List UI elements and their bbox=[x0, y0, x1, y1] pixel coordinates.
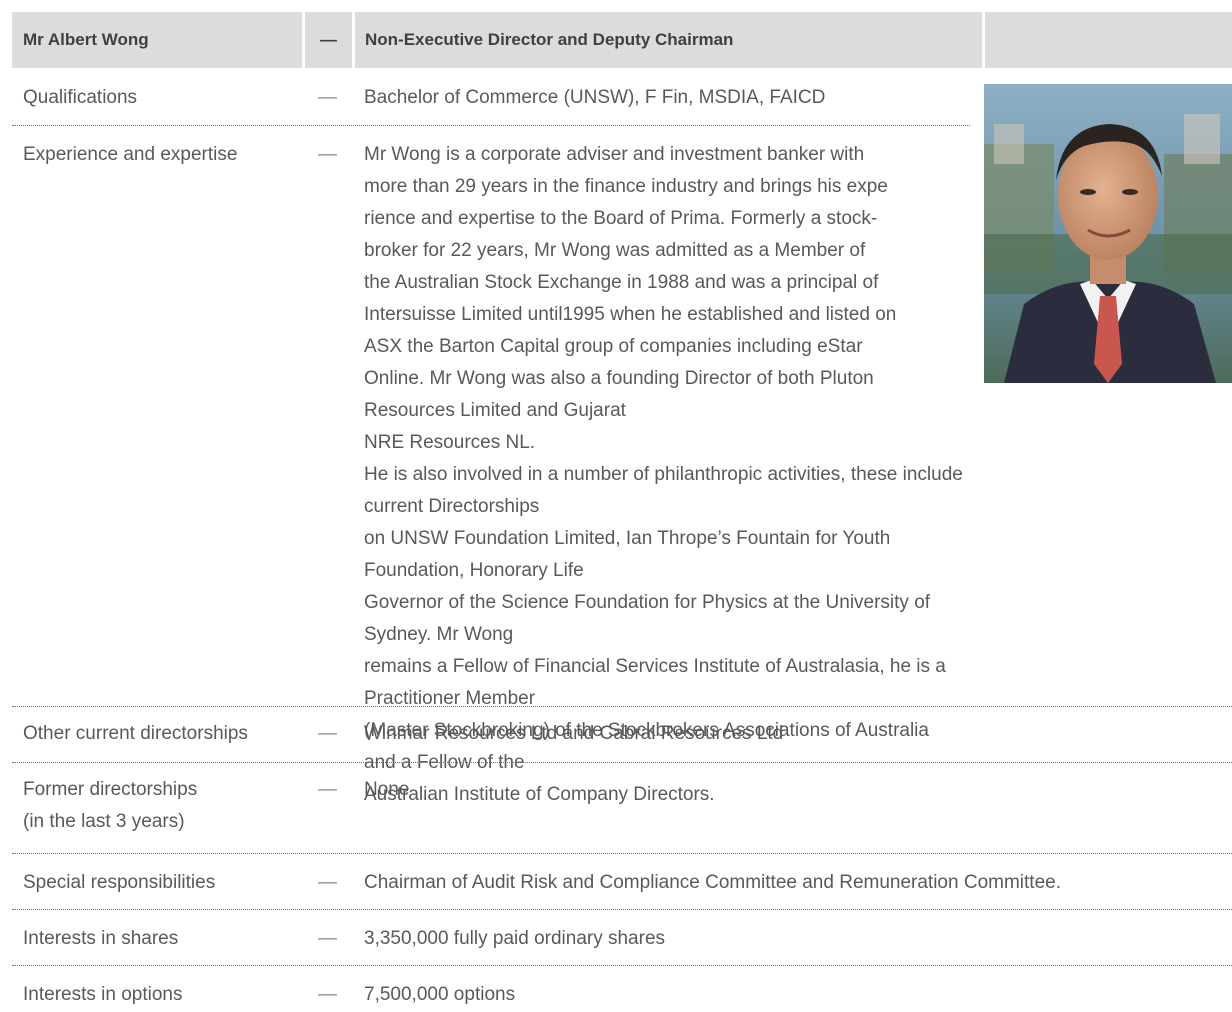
row-value: Winmar Resources Ltd and Cabral Resource… bbox=[364, 723, 784, 744]
director-role: Non-Executive Director and Deputy Chairm… bbox=[355, 12, 982, 68]
row-value: 3,350,000 fully paid ordinary shares bbox=[364, 928, 666, 949]
director-header: Mr Albert Wong — Non-Executive Director … bbox=[12, 12, 1232, 68]
row-dash: — bbox=[318, 723, 337, 744]
row-divider bbox=[12, 762, 1232, 763]
portrait-image bbox=[984, 84, 1232, 383]
row-dash: — bbox=[318, 872, 337, 893]
row-label: Other current directorships bbox=[23, 723, 248, 744]
row-label: Qualifications bbox=[23, 87, 138, 108]
row-divider bbox=[12, 965, 1232, 966]
row-dash: — bbox=[318, 87, 337, 108]
text-line: Online. Mr Wong was also a founding Dire… bbox=[364, 368, 874, 421]
row-label-line: (in the last 3 years) bbox=[23, 811, 185, 832]
text-line: rience and expertise to the Board of Pri… bbox=[364, 208, 878, 229]
row-label: Interests in options bbox=[23, 984, 183, 1005]
row-label: Experience and expertise bbox=[23, 144, 238, 165]
text-line: Governor of the Science Foundation for P… bbox=[364, 592, 931, 645]
row-divider bbox=[12, 125, 970, 126]
text-line: NRE Resources NL. bbox=[364, 432, 536, 453]
row-label: Special responsibilities bbox=[23, 872, 216, 893]
row-value-narrow: Mr Wong is a corporate adviser and inves… bbox=[364, 139, 964, 811]
row-value: None bbox=[364, 779, 410, 800]
text-line: Mr Wong is a corporate adviser and inves… bbox=[364, 144, 865, 165]
header-blank-cell bbox=[985, 12, 1232, 68]
row-divider bbox=[12, 909, 1232, 910]
row-divider bbox=[12, 706, 1232, 707]
header-dash: — bbox=[305, 12, 352, 68]
text-line: on UNSW Foundation Limited, Ian Thrope’s… bbox=[364, 528, 891, 581]
row-value: 7,500,000 options bbox=[364, 984, 516, 1005]
row-label: Interests in shares bbox=[23, 928, 179, 949]
row-value: Chairman of Audit Risk and Compliance Co… bbox=[364, 872, 1061, 893]
row-dash: — bbox=[318, 928, 337, 949]
text-line: Intersuisse Limited until1995 when he es… bbox=[364, 304, 897, 325]
row-label-line: Former directorships bbox=[23, 779, 198, 800]
row-dash: — bbox=[318, 984, 337, 1005]
director-photo bbox=[984, 84, 1232, 383]
text-line: the Australian Stock Exchange in 1988 an… bbox=[364, 272, 879, 293]
row-dash: — bbox=[318, 779, 337, 800]
row-divider bbox=[12, 853, 1232, 854]
row-dash: — bbox=[318, 144, 337, 165]
text-line: ASX the Barton Capital group of companie… bbox=[364, 336, 863, 357]
director-name: Mr Albert Wong bbox=[12, 12, 302, 68]
text-line: He is also involved in a number of phila… bbox=[364, 464, 963, 517]
row-value: Bachelor of Commerce (UNSW), F Fin, MSDI… bbox=[364, 87, 826, 108]
text-line: broker for 22 years, Mr Wong was admitte… bbox=[364, 240, 866, 261]
text-line: Australian Institute of Company Director… bbox=[364, 784, 715, 805]
row-label: Former directorships (in the last 3 year… bbox=[23, 774, 288, 838]
text-line: more than 29 years in the finance indust… bbox=[364, 176, 888, 197]
